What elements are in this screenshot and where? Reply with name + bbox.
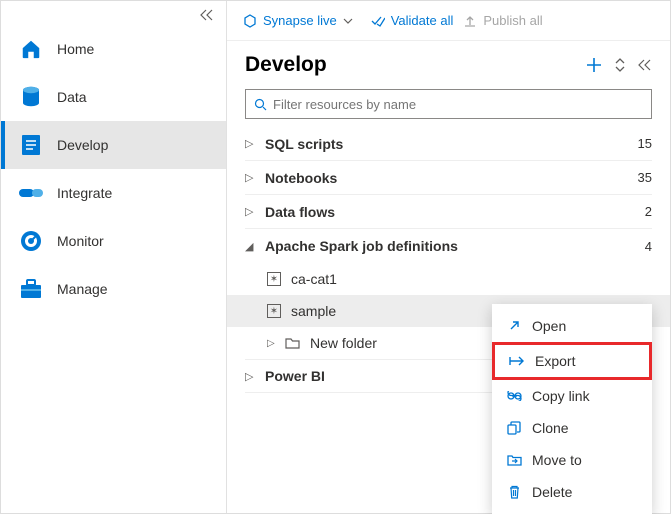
nav-item-manage[interactable]: Manage — [1, 265, 226, 313]
nav-item-label: Data — [57, 89, 87, 105]
nav-item-data[interactable]: Data — [1, 73, 226, 121]
tree-group-count: 2 — [645, 204, 652, 219]
tree-group-spark-jobs[interactable]: ◢ Apache Spark job definitions 4 — [245, 229, 652, 263]
publish-all-label: Publish all — [483, 13, 542, 28]
home-icon — [19, 37, 43, 61]
add-button[interactable] — [586, 57, 602, 73]
nav-item-monitor[interactable]: Monitor — [1, 217, 226, 265]
publish-all-button[interactable]: Publish all — [463, 13, 542, 28]
ctx-item-label: Open — [532, 318, 566, 334]
check-all-icon — [371, 15, 385, 27]
tree-item-ca-cat1[interactable]: ✶ ca-cat1 — [245, 263, 652, 295]
tree-group-sql-scripts[interactable]: ▷ SQL scripts 15 — [245, 127, 652, 161]
nav-item-label: Home — [57, 41, 94, 57]
ctx-item-label: Delete — [532, 484, 572, 500]
tree-group-label: Notebooks — [265, 170, 628, 186]
ctx-clone[interactable]: Clone — [492, 412, 652, 444]
validate-all-button[interactable]: Validate all — [371, 13, 454, 28]
chevron-double-left-icon — [200, 9, 214, 21]
panel-actions — [586, 57, 652, 73]
ctx-move-to[interactable]: Move to — [492, 444, 652, 476]
folder-icon — [285, 337, 300, 349]
database-icon — [19, 85, 43, 109]
toolbar: Synapse live Validate all Publish all — [227, 1, 670, 41]
search-icon — [254, 98, 267, 111]
ctx-copy-link[interactable]: Copy link — [492, 380, 652, 412]
toolbox-icon — [19, 277, 43, 301]
ctx-item-label: Copy link — [532, 388, 590, 404]
workspace-mode-label: Synapse live — [263, 13, 337, 28]
chevron-right-icon: ▷ — [245, 205, 255, 218]
open-icon — [506, 319, 522, 333]
validate-all-label: Validate all — [391, 13, 454, 28]
panel-title: Develop — [245, 53, 327, 77]
tree-item-label: New folder — [310, 335, 377, 351]
filter-input-container[interactable] — [245, 89, 652, 119]
ctx-delete[interactable]: Delete — [492, 476, 652, 508]
chevron-down-icon: ◢ — [245, 240, 255, 253]
nav-item-label: Integrate — [57, 185, 112, 201]
nav-item-integrate[interactable]: Integrate — [1, 169, 226, 217]
export-icon — [509, 355, 525, 367]
tree-group-notebooks[interactable]: ▷ Notebooks 35 — [245, 161, 652, 195]
workspace-mode-button[interactable]: Synapse live — [243, 13, 353, 28]
gauge-icon — [19, 229, 43, 253]
ctx-item-label: Move to — [532, 452, 582, 468]
tree-group-label: Apache Spark job definitions — [265, 238, 635, 254]
chevron-right-icon: ▷ — [245, 370, 255, 383]
tree-group-label: Data flows — [265, 204, 635, 220]
collapse-pane-button[interactable] — [638, 59, 652, 71]
hexagon-icon — [243, 14, 257, 28]
panel-header: Develop — [227, 41, 670, 85]
expand-all-button[interactable] — [614, 58, 626, 72]
delete-icon — [506, 485, 522, 499]
chevron-right-icon: ▷ — [245, 171, 255, 184]
ctx-open[interactable]: Open — [492, 310, 652, 342]
pipeline-icon — [19, 181, 43, 205]
chevron-down-icon — [343, 18, 353, 24]
nav-item-home[interactable]: Home — [1, 25, 226, 73]
tree-group-label: SQL scripts — [265, 136, 628, 152]
clone-icon — [506, 421, 522, 435]
tree-item-label: sample — [291, 303, 336, 319]
move-icon — [506, 454, 522, 466]
upload-icon — [463, 14, 477, 28]
link-icon — [506, 391, 522, 401]
collapse-nav-button[interactable] — [200, 1, 226, 25]
ctx-item-label: Clone — [532, 420, 569, 436]
tree-item-label: ca-cat1 — [291, 271, 337, 287]
left-nav: Home Data Develop Integrate Monitor Mana… — [1, 1, 227, 513]
nav-item-label: Monitor — [57, 233, 104, 249]
spark-job-icon: ✶ — [267, 272, 281, 286]
tree-group-count: 35 — [638, 170, 652, 185]
chevron-right-icon: ▷ — [267, 338, 275, 349]
chevron-right-icon: ▷ — [245, 137, 255, 150]
nav-item-label: Develop — [57, 137, 108, 153]
nav-item-develop[interactable]: Develop — [1, 121, 226, 169]
ctx-item-label: Export — [535, 353, 575, 369]
spark-job-icon: ✶ — [267, 304, 281, 318]
tree-group-data-flows[interactable]: ▷ Data flows 2 — [245, 195, 652, 229]
code-document-icon — [19, 133, 43, 157]
tree-group-count: 15 — [638, 136, 652, 151]
tree-group-count: 4 — [645, 239, 652, 254]
nav-item-label: Manage — [57, 281, 108, 297]
ctx-export[interactable]: Export — [492, 342, 652, 380]
filter-input[interactable] — [273, 97, 643, 112]
context-menu: Open Export Copy link Clone Move to Dele… — [492, 304, 652, 514]
